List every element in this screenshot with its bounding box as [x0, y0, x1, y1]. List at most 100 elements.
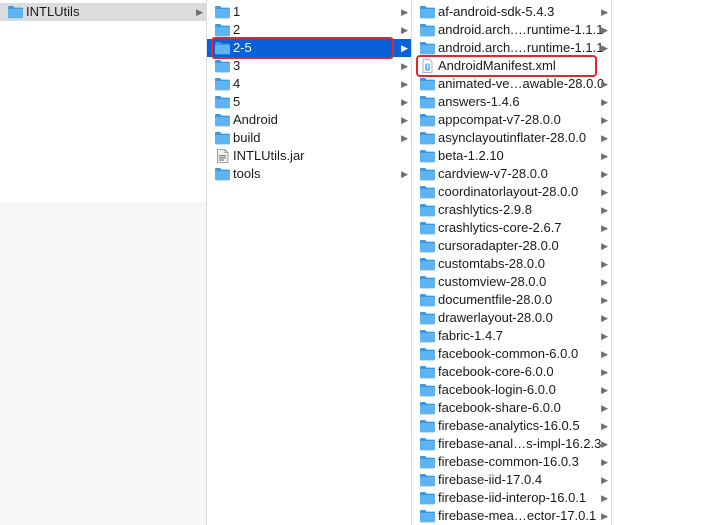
folder-icon [419, 239, 436, 253]
finder-item-firebase-iid-interop-16-0-1[interactable]: firebase-iid-interop-16.0.1 ▶ [412, 489, 611, 507]
chevron-right-icon: ▶ [601, 7, 608, 17]
item-label: crashlytics-core-2.6.7 [438, 220, 562, 235]
chevron-right-icon: ▶ [196, 7, 203, 17]
finder-item-androidmanifest-xml[interactable]: AndroidManifest.xml [412, 57, 611, 75]
chevron-right-icon: ▶ [601, 439, 608, 449]
chevron-right-icon: ▶ [401, 97, 408, 107]
item-label: 3 [233, 58, 241, 73]
finder-item-coordinatorlayout-28-0-0[interactable]: coordinatorlayout-28.0.0 ▶ [412, 183, 611, 201]
finder-item-beta-1-2-10[interactable]: beta-1.2.10 ▶ [412, 147, 611, 165]
finder-item-facebook-core-6-0-0[interactable]: facebook-core-6.0.0 ▶ [412, 363, 611, 381]
chevron-right-icon: ▶ [601, 115, 608, 125]
item-label: customtabs-28.0.0 [438, 256, 545, 271]
chevron-right-icon: ▶ [601, 223, 608, 233]
folder-icon [419, 95, 436, 109]
item-label: cardview-v7-28.0.0 [438, 166, 548, 181]
column-1-empty-area [0, 202, 206, 525]
folder-icon [419, 419, 436, 433]
folder-icon [214, 5, 231, 19]
item-label: asynclayoutinflater-28.0.0 [438, 130, 587, 145]
finder-item-answers-1-4-6[interactable]: answers-1.4.6 ▶ [412, 93, 611, 111]
finder-item-firebase-mea-ector-17-0-1[interactable]: firebase-mea…ector-17.0.1 ▶ [412, 507, 611, 525]
finder-item-firebase-common-16-0-3[interactable]: firebase-common-16.0.3 ▶ [412, 453, 611, 471]
chevron-right-icon: ▶ [601, 421, 608, 431]
chevron-right-icon: ▶ [601, 187, 608, 197]
finder-item-firebase-analytics-16-0-5[interactable]: firebase-analytics-16.0.5 ▶ [412, 417, 611, 435]
finder-item-asynclayoutinflater-28-0-0[interactable]: asynclayoutinflater-28.0.0 ▶ [412, 129, 611, 147]
chevron-right-icon: ▶ [601, 457, 608, 467]
item-label: cursoradapter-28.0.0 [438, 238, 559, 253]
finder-item-2-5[interactable]: 2-5 ▶ [207, 39, 411, 57]
item-label: beta-1.2.10 [438, 148, 504, 163]
finder-item-3[interactable]: 3 ▶ [207, 57, 411, 75]
finder-item-intlutils-jar[interactable]: INTLUtils.jar [207, 147, 411, 165]
item-label: firebase-common-16.0.3 [438, 454, 579, 469]
finder-item-documentfile-28-0-0[interactable]: documentfile-28.0.0 ▶ [412, 291, 611, 309]
finder-item-firebase-anal-s-impl-16-2-3[interactable]: firebase-anal…s-impl-16.2.3 ▶ [412, 435, 611, 453]
item-label: 1 [233, 4, 241, 19]
finder-item-facebook-login-6-0-0[interactable]: facebook-login-6.0.0 ▶ [412, 381, 611, 399]
finder-item-facebook-share-6-0-0[interactable]: facebook-share-6.0.0 ▶ [412, 399, 611, 417]
chevron-right-icon: ▶ [601, 367, 608, 377]
jar-file-icon [214, 149, 231, 163]
finder-item-cardview-v7-28-0-0[interactable]: cardview-v7-28.0.0 ▶ [412, 165, 611, 183]
chevron-right-icon: ▶ [401, 61, 408, 71]
chevron-right-icon: ▶ [601, 349, 608, 359]
item-label: crashlytics-2.9.8 [438, 202, 532, 217]
folder-icon [419, 329, 436, 343]
finder-item-android-arch-runtime-1-1-1[interactable]: android.arch.…runtime-1.1.1 ▶ [412, 39, 611, 57]
item-label: firebase-anal…s-impl-16.2.3 [438, 436, 602, 451]
finder-item-build[interactable]: build ▶ [207, 129, 411, 147]
finder-item-cursoradapter-28-0-0[interactable]: cursoradapter-28.0.0 ▶ [412, 237, 611, 255]
folder-icon [419, 113, 436, 127]
item-label: fabric-1.4.7 [438, 328, 504, 343]
finder-item-tools[interactable]: tools ▶ [207, 165, 411, 183]
finder-item-android[interactable]: Android ▶ [207, 111, 411, 129]
folder-icon [7, 5, 24, 19]
finder-item-android-arch-runtime-1-1-1[interactable]: android.arch.…runtime-1.1.1 ▶ [412, 21, 611, 39]
folder-icon [214, 95, 231, 109]
column-3-list: af-android-sdk-5.4.3 ▶ android.arch.…runti… [412, 3, 611, 525]
finder-item-4[interactable]: 4 ▶ [207, 75, 411, 93]
finder-item-2[interactable]: 2 ▶ [207, 21, 411, 39]
finder-item-animated-ve-awable-28-0-0[interactable]: animated-ve…awable-28.0.0 ▶ [412, 75, 611, 93]
chevron-right-icon: ▶ [401, 115, 408, 125]
item-label: 4 [233, 76, 241, 91]
finder-item-af-android-sdk-5-4-3[interactable]: af-android-sdk-5.4.3 ▶ [412, 3, 611, 21]
finder-item-customtabs-28-0-0[interactable]: customtabs-28.0.0 ▶ [412, 255, 611, 273]
chevron-right-icon: ▶ [601, 259, 608, 269]
folder-icon [419, 185, 436, 199]
item-label: AndroidManifest.xml [438, 58, 556, 73]
finder-item-intlutils[interactable]: INTLUtils ▶ [0, 3, 206, 21]
chevron-right-icon: ▶ [601, 313, 608, 323]
finder-item-fabric-1-4-7[interactable]: fabric-1.4.7 ▶ [412, 327, 611, 345]
chevron-right-icon: ▶ [401, 79, 408, 89]
finder-item-crashlytics-2-9-8[interactable]: crashlytics-2.9.8 ▶ [412, 201, 611, 219]
chevron-right-icon: ▶ [601, 205, 608, 215]
finder-item-crashlytics-core-2-6-7[interactable]: crashlytics-core-2.6.7 ▶ [412, 219, 611, 237]
item-label: drawerlayout-28.0.0 [438, 310, 553, 325]
xml-file-icon [419, 59, 436, 73]
item-label: build [233, 130, 261, 145]
chevron-right-icon: ▶ [601, 277, 608, 287]
item-label: facebook-core-6.0.0 [438, 364, 554, 379]
folder-icon [214, 113, 231, 127]
folder-icon [419, 437, 436, 451]
item-label: 2 [233, 22, 241, 37]
finder-item-firebase-iid-17-0-4[interactable]: firebase-iid-17.0.4 ▶ [412, 471, 611, 489]
folder-icon [419, 77, 436, 91]
item-label: android.arch.…runtime-1.1.1 [438, 40, 604, 55]
finder-item-appcompat-v7-28-0-0[interactable]: appcompat-v7-28.0.0 ▶ [412, 111, 611, 129]
folder-icon [214, 41, 231, 55]
finder-item-drawerlayout-28-0-0[interactable]: drawerlayout-28.0.0 ▶ [412, 309, 611, 327]
chevron-right-icon: ▶ [601, 79, 608, 89]
folder-icon [419, 311, 436, 325]
finder-item-5[interactable]: 5 ▶ [207, 93, 411, 111]
finder-item-1[interactable]: 1 ▶ [207, 3, 411, 21]
chevron-right-icon: ▶ [601, 475, 608, 485]
finder-item-facebook-common-6-0-0[interactable]: facebook-common-6.0.0 ▶ [412, 345, 611, 363]
folder-icon [419, 347, 436, 361]
item-label: answers-1.4.6 [438, 94, 520, 109]
finder-item-customview-28-0-0[interactable]: customview-28.0.0 ▶ [412, 273, 611, 291]
chevron-right-icon: ▶ [401, 169, 408, 179]
